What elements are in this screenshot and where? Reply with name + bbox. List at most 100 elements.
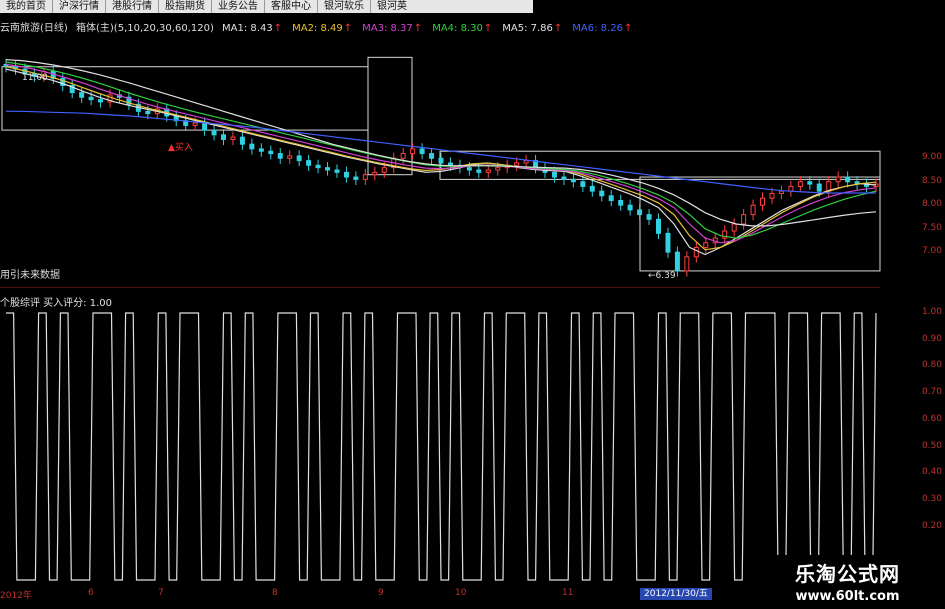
candle-body	[447, 162, 453, 166]
candle-body	[315, 164, 321, 169]
price-tick-label: 9.00	[921, 152, 942, 163]
score-tick-label: 0.20	[921, 520, 942, 531]
candle-body	[362, 174, 368, 180]
candle-body	[637, 209, 643, 216]
watermark-url: www.60lt.com	[795, 589, 900, 604]
candle-body	[287, 155, 293, 159]
selected-date: 2012/11/30/五	[640, 588, 712, 600]
candle-body	[731, 223, 737, 232]
indicator-note: 用引未来数据	[0, 270, 60, 281]
status-strip: 换手率成交量委买委卖均价持仓量净资产市盈率流通股本	[0, 600, 750, 609]
candle-body	[211, 129, 217, 136]
candle-body	[807, 181, 813, 185]
price-tick-label: 8.50	[921, 175, 942, 186]
score-tick-label: 0.70	[921, 387, 942, 398]
candle-body	[476, 169, 482, 173]
date-tick-label: 8	[272, 588, 278, 598]
candle-body	[145, 110, 151, 115]
ma-line-5	[5, 59, 877, 227]
date-tick-label: 11	[562, 588, 574, 598]
candle-body	[760, 197, 766, 206]
score-tick-label: 0.50	[921, 440, 942, 451]
score-tick-label: 0.40	[921, 467, 942, 478]
date-tick-label: 7	[158, 588, 164, 598]
price-tick-label: 7.50	[921, 222, 942, 233]
ma-line-6	[6, 110, 876, 194]
candle-body	[618, 200, 624, 206]
candle-body	[98, 99, 104, 103]
date-tick-label: 10	[455, 588, 467, 598]
score-tick-label: 1.00	[921, 307, 942, 317]
score-tick-label: 0.90	[921, 333, 942, 344]
score-line	[6, 312, 877, 581]
price-tick-label: 7.00	[921, 246, 942, 257]
candle-body	[693, 246, 699, 258]
candle-body	[656, 218, 661, 234]
candle-body	[353, 176, 359, 180]
candle-body	[277, 153, 283, 159]
candle-body	[466, 167, 472, 171]
date-tick-label: 6	[88, 588, 94, 598]
candle-body	[400, 153, 406, 159]
candle-body	[674, 251, 680, 272]
candle-body	[438, 157, 444, 164]
candle-body	[306, 160, 312, 166]
price-chart	[1, 56, 881, 277]
candle-body	[268, 150, 274, 155]
candle-body	[485, 169, 491, 173]
date-tick-label: 9	[378, 588, 384, 598]
candle-body	[419, 148, 425, 155]
candle-body	[835, 176, 841, 183]
candle-body	[551, 171, 557, 178]
watermark: 乐淘公式网 www.60lt.com	[750, 555, 945, 609]
score-tick-label: 0.30	[921, 493, 942, 504]
candle-body	[296, 155, 302, 162]
candle-body	[769, 192, 775, 199]
candle-body	[495, 167, 501, 171]
candle-body	[192, 122, 198, 126]
candle-body	[703, 242, 709, 248]
candle-body	[343, 171, 349, 178]
candle-body	[230, 136, 236, 140]
oscillator-chart	[6, 312, 877, 581]
candle-body	[325, 167, 331, 171]
watermark-title: 乐淘公式网	[795, 562, 900, 586]
candle-body	[570, 178, 576, 183]
low-price-marker: ←6.39	[648, 271, 676, 281]
candle-body	[627, 204, 633, 211]
candle-body	[381, 167, 387, 173]
candle-body	[258, 148, 264, 152]
candle-body	[750, 204, 756, 216]
candle-body	[429, 153, 435, 159]
candle-body	[646, 214, 652, 220]
candle-body	[239, 136, 245, 145]
candle-body	[372, 171, 378, 176]
score-tick-label: 0.80	[921, 360, 942, 371]
buy-marker: ▲买入	[168, 143, 193, 153]
candle-body	[88, 96, 94, 101]
candle-body	[410, 148, 416, 155]
candle-body	[816, 183, 822, 192]
candle-body	[561, 176, 567, 180]
price-tick-label: 8.00	[921, 199, 942, 210]
candle-body	[580, 181, 586, 187]
candle-body	[797, 181, 803, 187]
candle-body	[514, 162, 520, 166]
candle-body	[741, 214, 747, 225]
candle-body	[523, 160, 529, 164]
candle-body	[221, 134, 226, 140]
candle-body	[202, 122, 208, 131]
candle-body	[79, 92, 85, 98]
candle-body	[665, 232, 671, 253]
candle-body	[684, 256, 690, 272]
candle-body	[788, 185, 794, 192]
candle-body	[334, 169, 340, 173]
score-tick-label: 0.60	[921, 413, 942, 424]
top-left-price: 11.00	[22, 73, 48, 83]
candle-body	[589, 185, 595, 192]
candle-body	[249, 143, 255, 150]
candle-body	[599, 190, 605, 197]
candle-body	[845, 176, 851, 183]
candle-body	[778, 190, 784, 194]
candle-body	[608, 195, 614, 202]
